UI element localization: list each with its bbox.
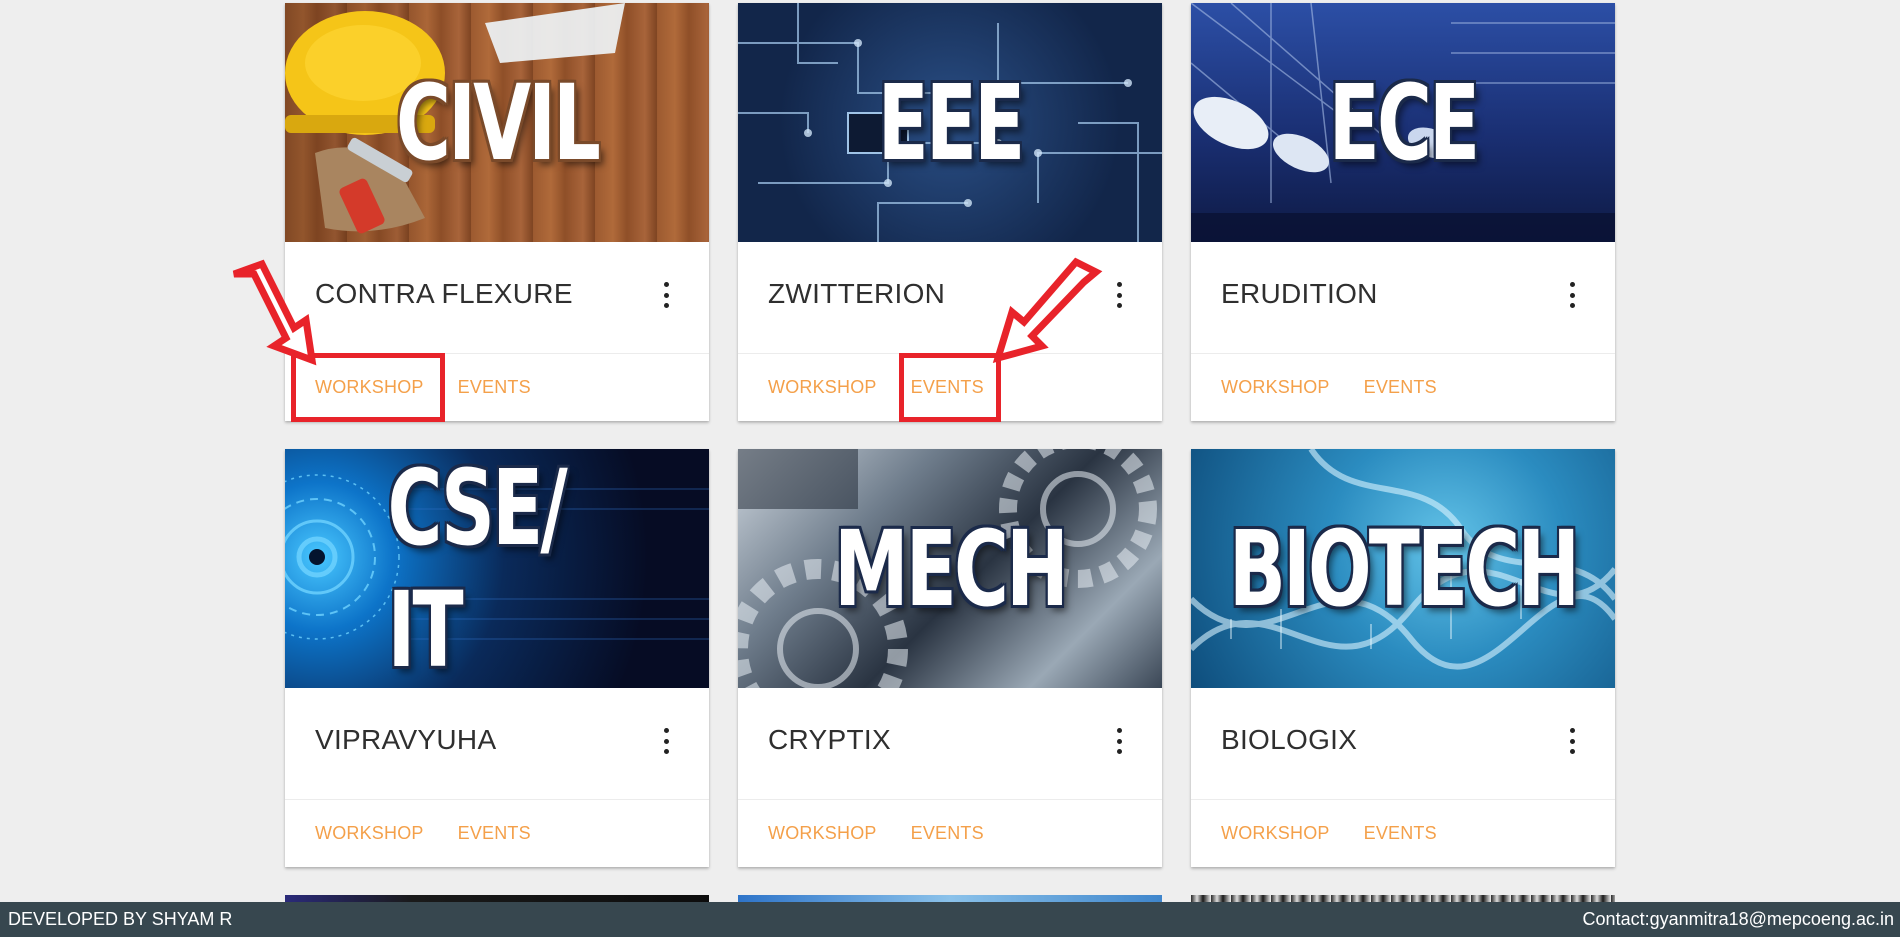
developer-credit: DEVELOPED BY SHYAM R [8,909,233,929]
card-image-ece[interactable]: ECE [1191,3,1615,242]
workshop-link[interactable]: WORKSHOP [768,823,877,844]
red-arrow-icon [232,259,317,366]
more-vert-icon[interactable] [1565,282,1579,308]
card-banner-text: CSE/ IT [387,449,568,688]
workshop-link[interactable]: WORKSHOP [768,377,877,398]
card-title[interactable]: ZWITTERION [768,278,945,310]
card-banner-text: MECH [834,507,1069,630]
card-image-civil[interactable]: CIVIL [285,3,709,242]
card-title[interactable]: CONTRA FLEXURE [315,278,573,310]
workshop-link[interactable]: WORKSHOP [1221,377,1330,398]
more-vert-icon[interactable] [1112,728,1126,754]
department-card-cse-it: CSE/ IT VIPRAVYUHA WORKSHOP EVENTS [285,449,709,867]
more-vert-icon[interactable] [659,282,673,308]
department-card-biotech: BIOTECH BIOLOGIX WORKSHOP EVENTS [1191,449,1615,867]
card-banner-text: BIOTECH [1228,507,1580,630]
department-card-ece: ECE ERUDITION WORKSHOP EVENTS [1191,3,1615,421]
card-banner-text: EEE [877,61,1026,184]
card-title[interactable]: CRYPTIX [768,724,891,756]
card-actions: WORKSHOP EVENTS [738,800,1162,867]
more-vert-icon[interactable] [1112,282,1126,308]
card-image-mech[interactable]: MECH [738,449,1162,688]
contact-email[interactable]: Contact:gyanmitra18@mepcoeng.ac.in [1583,909,1894,930]
footer: DEVELOPED BY SHYAM R Contact:gyanmitra18… [0,902,1900,937]
card-banner-text: ECE [1328,61,1481,184]
card-actions: WORKSHOP EVENTS [285,800,709,867]
card-content: ERUDITION [1191,242,1615,354]
more-vert-icon[interactable] [659,728,673,754]
events-link[interactable]: EVENTS [1364,823,1437,844]
highlight-box [899,353,1001,422]
department-card-mech: MECH CRYPTIX WORKSHOP EVENTS [738,449,1162,867]
card-image-biotech[interactable]: BIOTECH [1191,449,1615,688]
card-actions: WORKSHOP EVENTS [1191,354,1615,421]
events-link[interactable]: EVENTS [1364,377,1437,398]
red-arrow-icon [992,257,1103,364]
card-title[interactable]: VIPRAVYUHA [315,724,496,756]
card-content: BIOLOGIX [1191,688,1615,800]
card-title[interactable]: ERUDITION [1221,278,1378,310]
card-image-eee[interactable]: EEE [738,3,1162,242]
events-link[interactable]: EVENTS [458,823,531,844]
events-link[interactable]: EVENTS [458,377,531,398]
workshop-link[interactable]: WORKSHOP [315,823,424,844]
card-content: VIPRAVYUHA [285,688,709,800]
page: CIVIL CONTRA FLEXURE WORKSHOP EVENTS EEE… [0,0,1900,937]
more-vert-icon[interactable] [1565,728,1579,754]
card-content: CONTRA FLEXURE [285,242,709,354]
card-image-cse-it[interactable]: CSE/ IT [285,449,709,688]
card-banner-text: CIVIL [396,61,601,184]
events-link[interactable]: EVENTS [911,823,984,844]
workshop-link[interactable]: WORKSHOP [1221,823,1330,844]
card-actions: WORKSHOP EVENTS [1191,800,1615,867]
card-title[interactable]: BIOLOGIX [1221,724,1357,756]
card-content: CRYPTIX [738,688,1162,800]
